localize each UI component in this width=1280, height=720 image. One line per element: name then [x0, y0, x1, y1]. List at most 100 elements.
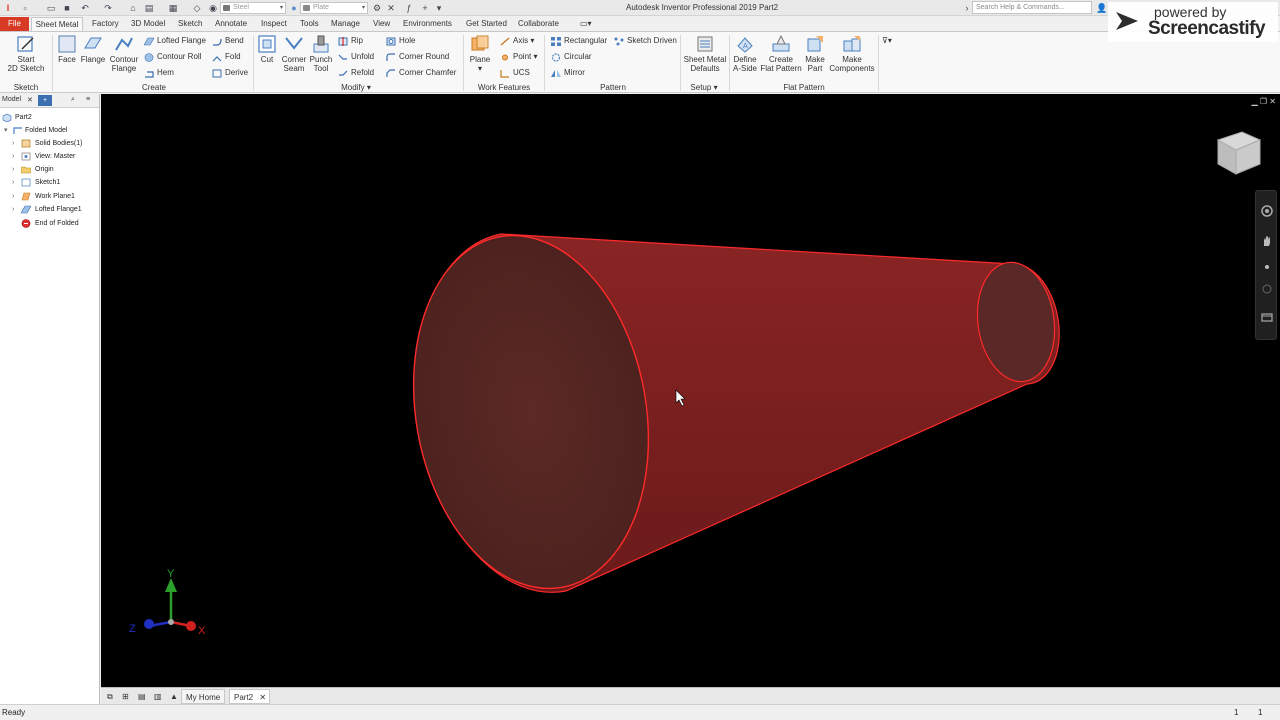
expand-icon[interactable]: ›	[12, 190, 14, 203]
add-browser-icon[interactable]: +	[38, 95, 52, 106]
cut-button[interactable]: Cut	[256, 33, 278, 64]
clear-icon[interactable]: ✕	[386, 3, 396, 13]
menu-icon[interactable]: ≡	[86, 96, 90, 103]
doc-tab-my-home[interactable]: My Home	[181, 689, 226, 704]
open-file-icon[interactable]: ▭	[46, 3, 56, 13]
tile-vertical-icon[interactable]: ▥	[150, 689, 166, 704]
derive-button[interactable]: Derive	[212, 67, 248, 80]
select-filter-icon[interactable]: ▦	[168, 3, 178, 13]
bend-button[interactable]: Bend	[212, 35, 244, 48]
ribbon-options-icon[interactable]: ▭▾	[580, 17, 592, 31]
expand-icon[interactable]: ›	[12, 137, 14, 150]
look-at-icon[interactable]	[1261, 311, 1273, 323]
tab-3d-model[interactable]: 3D Model	[131, 17, 165, 31]
update-icon[interactable]: ▤	[144, 3, 154, 13]
face-button[interactable]: Face	[56, 33, 78, 64]
parameters-icon[interactable]: ƒ	[404, 3, 414, 13]
material-select[interactable]: Steel ▾	[220, 2, 286, 14]
arrange-up-icon[interactable]: ▲	[166, 689, 182, 704]
lofted-flange-button[interactable]: Lofted Flange	[144, 35, 206, 48]
user-icon[interactable]: 👤	[1096, 3, 1107, 13]
appearance-icon[interactable]: ●	[289, 3, 299, 13]
tile-icon[interactable]: ⊞	[118, 689, 133, 704]
fold-button[interactable]: Fold	[212, 51, 241, 64]
group-label-setup[interactable]: Setup ▾	[686, 83, 722, 92]
make-part-button[interactable]: Make Part	[803, 33, 827, 73]
tab-sheet-metal[interactable]: Sheet Metal	[31, 17, 83, 32]
collapse-icon[interactable]: ▾	[4, 124, 8, 137]
expand-icon[interactable]: ›	[12, 203, 14, 216]
lofted-cone-body[interactable]	[387, 217, 1062, 608]
contour-flange-button[interactable]: Contour Flange	[108, 33, 140, 73]
browser-tab-model[interactable]: Model	[2, 96, 21, 103]
close-icon[interactable]: ✕	[259, 690, 266, 705]
new-file-icon[interactable]: ▫	[20, 3, 30, 13]
sketch-driven-pattern-button[interactable]: Sketch Driven	[614, 35, 677, 48]
search-icon[interactable]: ⌕	[71, 96, 75, 104]
tab-tools[interactable]: Tools	[300, 17, 319, 31]
model-canvas[interactable]: Y X Z	[101, 94, 1280, 687]
make-components-button[interactable]: Make Components	[829, 33, 875, 73]
tab-get-started[interactable]: Get Started	[466, 17, 507, 31]
define-a-side-button[interactable]: A Define A-Side	[731, 33, 759, 73]
tab-annotate[interactable]: Annotate	[215, 17, 247, 31]
tile-horizontal-icon[interactable]: ▤	[134, 689, 150, 704]
redo-icon[interactable]: ↷	[103, 3, 113, 13]
color-wheel-icon[interactable]: ◉	[208, 3, 218, 13]
plane-button[interactable]: Plane ▾	[468, 33, 492, 73]
adjust-icon[interactable]: ⚙	[372, 3, 382, 13]
start-2d-sketch-button[interactable]: Start 2D Sketch	[6, 33, 46, 73]
tab-environments[interactable]: Environments	[403, 17, 452, 31]
minimize-icon[interactable]: ▁	[1252, 97, 1258, 106]
rectangular-pattern-button[interactable]: Rectangular	[551, 35, 607, 48]
tab-collaborate[interactable]: Collaborate	[518, 17, 559, 31]
doc-tab-part2[interactable]: Part2 ✕	[229, 689, 271, 705]
steering-wheel-icon[interactable]	[1261, 205, 1273, 217]
tab-sketch[interactable]: Sketch	[178, 17, 202, 31]
circular-pattern-button[interactable]: Circular	[551, 51, 592, 64]
viewcube[interactable]	[1208, 128, 1268, 178]
expand-icon[interactable]: ›	[12, 176, 14, 189]
corner-seam-button[interactable]: Corner Seam	[280, 33, 308, 73]
unfold-button[interactable]: Unfold	[338, 51, 374, 64]
refold-button[interactable]: Refold	[338, 67, 374, 80]
expand-icon[interactable]: ›	[12, 163, 14, 176]
ucs-button[interactable]: UCS	[500, 67, 530, 80]
appearance-select[interactable]: Plate ▾	[300, 2, 368, 14]
zoom-icon[interactable]	[1261, 261, 1273, 273]
corner-round-button[interactable]: Corner Round	[386, 51, 449, 64]
flange-button[interactable]: Flange	[80, 33, 106, 64]
hem-button[interactable]: Hem	[144, 67, 174, 80]
chevron-right-icon[interactable]: ›	[962, 3, 972, 13]
new-item-icon[interactable]: +	[420, 3, 430, 13]
tab-inspect[interactable]: Inspect	[261, 17, 287, 31]
customize-qat-icon[interactable]: ▾	[434, 3, 444, 13]
tab-manage[interactable]: Manage	[331, 17, 360, 31]
save-icon[interactable]: ■	[62, 3, 72, 13]
group-label-modify[interactable]: Modify ▾	[336, 83, 376, 92]
mirror-button[interactable]: Mirror	[551, 67, 585, 80]
inventor-logo-icon[interactable]: I	[3, 3, 13, 13]
close-icon[interactable]: ✕	[27, 96, 33, 104]
undo-icon[interactable]: ↶	[80, 3, 90, 13]
create-flat-pattern-button[interactable]: Create Flat Pattern	[760, 33, 802, 73]
rip-button[interactable]: Rip	[338, 35, 363, 48]
help-search-input[interactable]: Search Help & Commands...	[972, 1, 1092, 14]
orbit-icon[interactable]	[1261, 283, 1273, 295]
axis-button[interactable]: Axis ▾	[500, 35, 534, 48]
cascade-icon[interactable]: ⧉	[103, 689, 117, 704]
tab-view[interactable]: View	[373, 17, 390, 31]
home-icon[interactable]: ⌂	[128, 3, 138, 13]
ribbon-customize-button[interactable]: ⊽▾	[882, 35, 892, 48]
sheet-metal-defaults-button[interactable]: Sheet Metal Defaults	[683, 33, 727, 73]
hole-button[interactable]: Hole	[386, 35, 415, 48]
corner-chamfer-button[interactable]: Corner Chamfer	[386, 67, 456, 80]
measure-icon[interactable]: ◇	[192, 3, 202, 13]
expand-icon[interactable]: ›	[12, 150, 14, 163]
graphics-viewport[interactable]: Y X Z ▁ ❐ ✕	[101, 94, 1280, 687]
point-button[interactable]: Point ▾	[500, 51, 537, 64]
restore-icon[interactable]: ❐	[1260, 97, 1267, 106]
punch-tool-button[interactable]: Punch Tool	[309, 33, 333, 73]
tab-factory[interactable]: Factory	[92, 17, 119, 31]
contour-roll-button[interactable]: Contour Roll	[144, 51, 201, 64]
